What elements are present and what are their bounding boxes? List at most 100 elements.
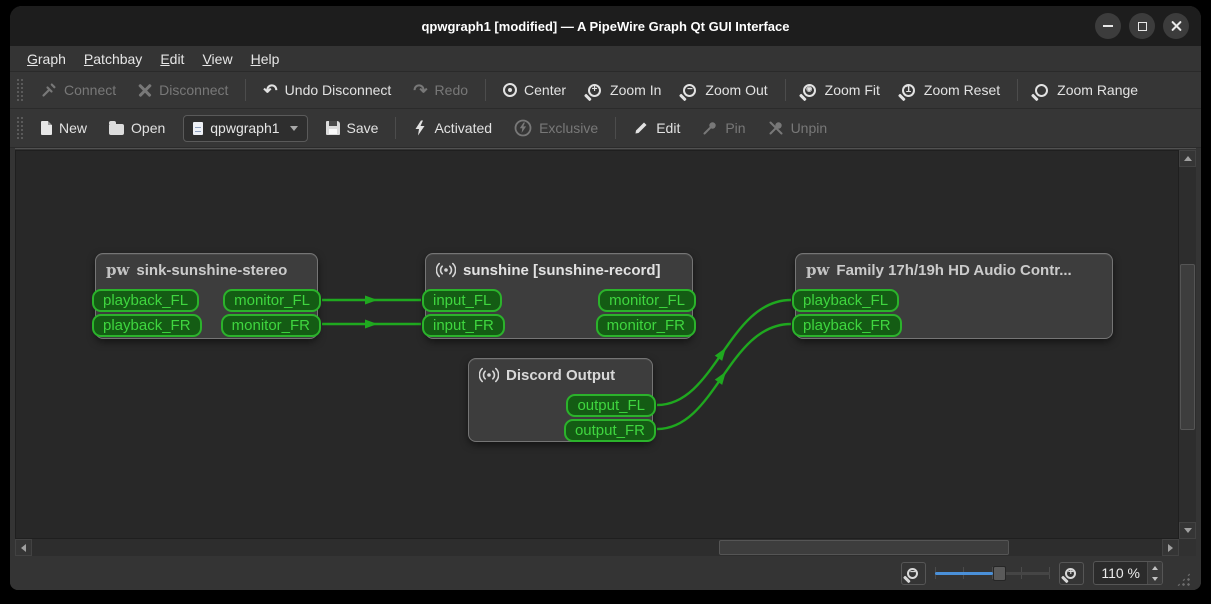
zoom-range-label: Zoom Range [1057, 82, 1139, 98]
vertical-scroll-thumb[interactable] [1180, 264, 1195, 430]
toolbar-separator [485, 79, 487, 101]
zoom-fit-button[interactable]: ◉ Zoom Fit [793, 76, 890, 104]
menu-view[interactable]: View [193, 46, 241, 71]
exclusive-bolt-icon [514, 119, 532, 137]
connect-icon [42, 83, 56, 97]
menu-edit-label: Edit [160, 50, 185, 67]
edit-button[interactable]: Edit [623, 114, 690, 142]
pin-button[interactable]: Pin [692, 114, 755, 142]
toolbar-separator [395, 117, 397, 139]
disconnect-icon [138, 83, 152, 97]
undo-button[interactable]: ↶ Undo Disconnect [253, 76, 401, 104]
connection-wire[interactable] [656, 322, 792, 431]
node-discord-output[interactable]: Discord Output output_FL output_FR [468, 358, 656, 442]
menu-help[interactable]: Help [242, 46, 289, 71]
zoom-in-icon: + [588, 83, 602, 97]
menu-patchbay[interactable]: Patchbay [75, 46, 151, 71]
window-title: qpwgraph1 [modified] — A PipeWire Graph … [421, 18, 790, 34]
node-title-text: Family 17h/19h HD Audio Contr... [836, 261, 1072, 279]
zoom-fit-label: Zoom Fit [824, 82, 880, 98]
minimize-icon [1103, 25, 1113, 27]
slider-fill [935, 572, 993, 575]
port-output_FR[interactable]: output_FR [563, 419, 656, 442]
window-controls [1095, 13, 1189, 39]
node-sink-sunshine-stereo[interactable]: pw sink-sunshine-stereo playback_FL play… [92, 253, 321, 339]
toolbar-drag-handle[interactable] [16, 116, 23, 140]
unpin-icon [769, 121, 783, 135]
patchbay-select-value: qpwgraph1 [210, 120, 280, 136]
zoom-slider[interactable] [935, 564, 1051, 582]
close-button[interactable] [1163, 13, 1189, 39]
horizontal-scrollbar[interactable] [15, 539, 1179, 556]
port-monitor_FR[interactable]: monitor_FR [595, 314, 696, 337]
statusbar-zoom-in-button[interactable]: + [1059, 561, 1085, 585]
statusbar-zoom-out-button[interactable]: − [901, 561, 927, 585]
minus-sym: − [686, 84, 693, 95]
open-label: Open [131, 120, 166, 136]
port-monitor_FL[interactable]: monitor_FL [598, 289, 696, 312]
port-playback_FR[interactable]: playback_FR [792, 314, 902, 337]
zoom-out-button[interactable]: − Zoom Out [673, 76, 777, 104]
spin-up-button[interactable] [1148, 562, 1162, 573]
node-title: sunshine [sunshine-record] [426, 254, 692, 279]
port-playback_FL[interactable]: playback_FL [92, 289, 200, 312]
exclusive-button[interactable]: Exclusive [504, 114, 608, 142]
menubar: Graph Patchbay Edit View Help [10, 46, 1201, 72]
port-input_FR[interactable]: input_FR [422, 314, 505, 337]
horizontal-scroll-thumb[interactable] [719, 540, 1009, 555]
new-button[interactable]: New [31, 114, 97, 142]
center-icon [503, 83, 518, 97]
center-label: Center [524, 82, 567, 98]
zoom-in-button[interactable]: + Zoom In [578, 76, 671, 104]
redo-label: Redo [434, 82, 469, 98]
zoom-value[interactable]: 110 % [1094, 565, 1147, 581]
slider-handle[interactable] [992, 566, 1006, 581]
spin-down-button[interactable] [1148, 573, 1162, 584]
menu-view-label: View [202, 50, 233, 67]
statusbar: − + 110 % [10, 556, 1201, 590]
port-playback_FR[interactable]: playback_FR [92, 314, 202, 337]
menu-edit[interactable]: Edit [151, 46, 193, 71]
node-sunshine[interactable]: sunshine [sunshine-record] input_FL inpu… [422, 253, 696, 339]
connection-wires [322, 295, 792, 431]
vertical-scrollbar[interactable] [1179, 150, 1196, 539]
graph-canvas[interactable]: pw sink-sunshine-stereo playback_FL play… [15, 150, 1179, 539]
minimize-button[interactable] [1095, 13, 1121, 39]
menu-graph[interactable]: Graph [18, 46, 75, 71]
zoom-range-button[interactable]: Zoom Range [1025, 76, 1148, 104]
scroll-right-button[interactable] [1162, 539, 1179, 556]
right-arrow-icon [1168, 543, 1173, 552]
wire-arrow-icon [365, 295, 378, 305]
spin-buttons [1147, 562, 1162, 584]
unpin-button[interactable]: Unpin [758, 114, 838, 142]
connect-button[interactable]: Connect [31, 76, 126, 104]
port-output_FL[interactable]: output_FL [566, 394, 656, 417]
toolbar-drag-handle[interactable] [16, 78, 23, 102]
port-monitor_FR[interactable]: monitor_FR [220, 314, 321, 337]
canvas-area: pw sink-sunshine-stereo playback_FL play… [15, 148, 1196, 556]
save-icon [325, 121, 340, 135]
redo-button[interactable]: ↷ Redo [403, 76, 478, 104]
patchbay-select[interactable]: qpwgraph1 [183, 114, 308, 142]
center-button[interactable]: Center [493, 76, 576, 104]
zoom-spinbox[interactable]: 110 % [1093, 561, 1163, 585]
node-title: pw sink-sunshine-stereo [96, 254, 317, 279]
resize-grip[interactable] [1176, 572, 1191, 587]
zoom-out-label: Zoom Out [705, 82, 768, 98]
scroll-down-button[interactable] [1179, 522, 1196, 539]
node-family-hd-audio[interactable]: pw Family 17h/19h HD Audio Contr... play… [792, 253, 1113, 339]
maximize-button[interactable] [1129, 13, 1155, 39]
activated-button[interactable]: Activated [403, 114, 502, 142]
port-playback_FL[interactable]: playback_FL [792, 289, 900, 312]
down-arrow-icon [1152, 576, 1158, 581]
port-monitor_FL[interactable]: monitor_FL [223, 289, 321, 312]
scroll-left-button[interactable] [15, 539, 32, 556]
zoom-reset-button[interactable]: 1 Zoom Reset [892, 76, 1010, 104]
save-button[interactable]: Save [316, 114, 389, 142]
open-button[interactable]: Open [99, 114, 175, 142]
titlebar[interactable]: qpwgraph1 [modified] — A PipeWire Graph … [10, 6, 1201, 46]
scroll-up-button[interactable] [1179, 150, 1196, 167]
port-input_FL[interactable]: input_FL [422, 289, 503, 312]
disconnect-button[interactable]: Disconnect [128, 76, 238, 104]
toolbar-graph: Connect Disconnect ↶ Undo Disconnect ↷ R… [10, 72, 1201, 109]
